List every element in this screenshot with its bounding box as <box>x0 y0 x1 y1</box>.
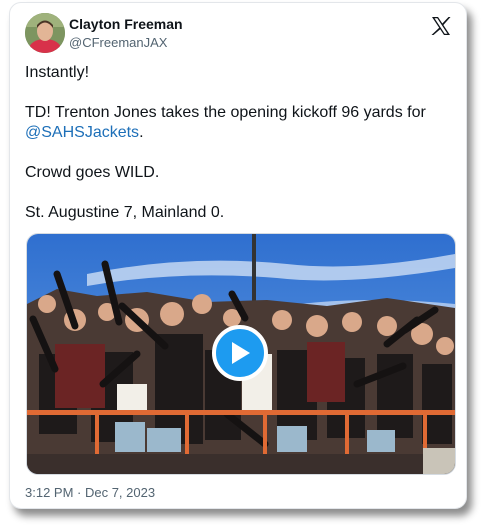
play-icon <box>232 342 250 364</box>
tweet-line-end: . <box>139 124 144 141</box>
tweet-line: Crowd goes WILD. <box>25 164 160 181</box>
tweet-line: St. Augustine 7, Mainland 0. <box>25 204 225 221</box>
play-button[interactable] <box>212 325 268 381</box>
x-logo-icon[interactable] <box>430 15 452 37</box>
tweet-text: Instantly! TD! Trenton Jones takes the o… <box>25 63 450 243</box>
tweet-line-text: TD! Trenton Jones takes the opening kick… <box>25 104 426 121</box>
tweet-card[interactable]: Clayton Freeman @CFreemanJAX Instantly! … <box>9 2 467 509</box>
mention-link[interactable]: @SAHSJackets <box>25 124 139 141</box>
tweet-timestamp[interactable]: 3:12 PM · Dec 7, 2023 <box>25 485 155 500</box>
avatar[interactable] <box>25 13 65 53</box>
author-handle[interactable]: @CFreemanJAX <box>69 35 167 50</box>
video-thumbnail[interactable] <box>26 233 456 475</box>
author-name[interactable]: Clayton Freeman <box>69 16 183 32</box>
tweet-line: TD! Trenton Jones takes the opening kick… <box>25 103 450 143</box>
tweet-line: Instantly! <box>25 64 90 81</box>
